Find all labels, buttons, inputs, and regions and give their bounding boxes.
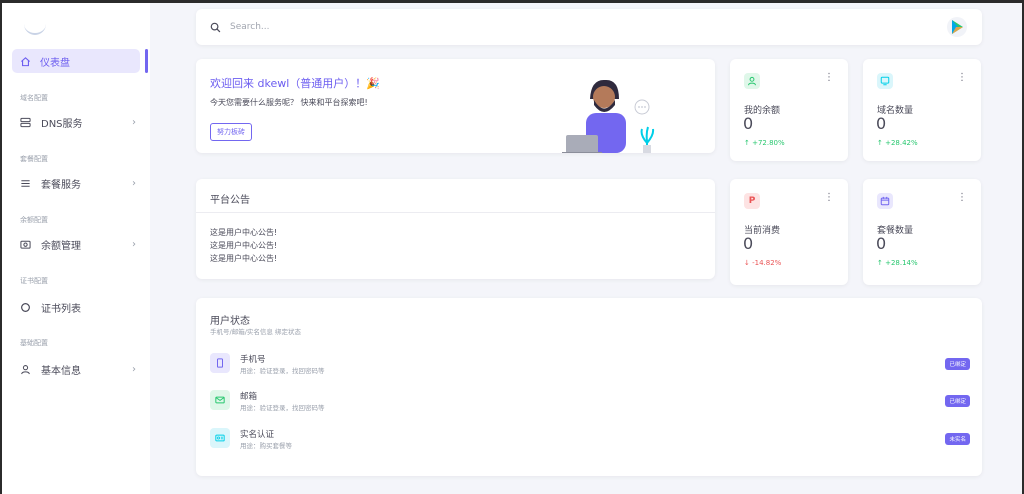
status-badge: 未实名 <box>945 433 970 445</box>
sidebar-item-label: DNS服务 <box>41 118 83 130</box>
search-input[interactable]: Search... <box>230 22 270 32</box>
search-icon <box>210 22 221 33</box>
arrow-up-icon: ↑ <box>877 259 886 267</box>
app-window: 仪表盘 域名配置 DNS服务 › 套餐配置 套餐服务 › 余额配置 余额管理 › <box>2 3 1022 494</box>
announcement-line: 这是用户中心公告! <box>210 241 278 250</box>
arrow-down-icon: ↓ <box>744 259 753 267</box>
server-icon <box>20 117 31 128</box>
sidebar-item-label: 套餐服务 <box>41 179 81 191</box>
stat-value: 0 <box>743 114 754 133</box>
stat-value: 0 <box>743 234 754 253</box>
monitor-icon <box>877 73 893 89</box>
chevron-right-icon: › <box>132 116 136 128</box>
phone-icon <box>210 353 230 373</box>
stat-change: ↑ +72.80% <box>744 139 785 147</box>
sidebar-section-package: 套餐配置 <box>20 155 48 163</box>
status-item-title: 邮箱 <box>240 392 258 402</box>
welcome-button[interactable]: 努力板砖 <box>210 123 252 141</box>
list-icon <box>20 178 31 189</box>
stat-change: ↑ +28.14% <box>877 259 918 267</box>
sidebar-item-dns[interactable]: DNS服务 › <box>20 114 136 130</box>
announcement-card: 平台公告 这是用户中心公告! 这是用户中心公告! 这是用户中心公告! <box>196 179 715 279</box>
stat-change-value: -14.82% <box>752 259 782 267</box>
sidebar-section-cert: 证书配置 <box>20 277 48 285</box>
stat-value: 0 <box>876 114 887 133</box>
calendar-icon <box>877 193 893 209</box>
sidebar-section-basic: 基础配置 <box>20 339 48 347</box>
status-item-desc: 用途：验证登录，找回密码等 <box>240 404 325 412</box>
sidebar-item-basic-info[interactable]: 基本信息 › <box>20 361 136 377</box>
list-item: 邮箱 用途：验证登录，找回密码等 已绑定 <box>210 388 970 414</box>
arrow-up-icon: ↑ <box>877 139 886 147</box>
welcome-subtitle: 今天您需要什么服务呢？ 快来和平台探索吧! <box>210 98 368 107</box>
arrow-up-icon: ↑ <box>744 139 753 147</box>
chevron-right-icon: › <box>132 177 136 189</box>
sidebar-item-balance[interactable]: 余额管理 › <box>20 236 136 252</box>
sidebar-item-package[interactable]: 套餐服务 › <box>20 175 136 191</box>
stat-change: ↑ +28.42% <box>877 139 918 147</box>
stat-card-domains: ⋮ 域名数量 0 ↑ +28.42% <box>863 59 981 161</box>
camera-icon <box>20 239 31 250</box>
stat-value: 0 <box>876 234 887 253</box>
sidebar-item-dashboard[interactable]: 仪表盘 <box>12 49 140 73</box>
user-icon <box>20 364 31 375</box>
search-bar[interactable]: Search... <box>196 9 982 45</box>
more-options-icon[interactable]: ⋮ <box>957 72 967 83</box>
status-item-title: 手机号 <box>240 355 266 365</box>
sidebar: 仪表盘 域名配置 DNS服务 › 套餐配置 套餐服务 › 余额配置 余额管理 › <box>2 3 150 494</box>
welcome-card: 欢迎回来 dkewl（普通用户）！🎉 今天您需要什么服务呢？ 快来和平台探索吧!… <box>196 59 715 153</box>
status-item-desc: 用途：验证登录，找回密码等 <box>240 367 325 375</box>
user-icon <box>744 73 760 89</box>
announcement-title: 平台公告 <box>210 195 250 206</box>
sidebar-item-label: 证书列表 <box>41 303 81 315</box>
circle-icon <box>20 302 31 313</box>
status-item-desc: 用途：购买套餐等 <box>240 442 292 450</box>
mail-icon <box>210 390 230 410</box>
home-icon <box>20 56 31 67</box>
id-card-icon <box>210 428 230 448</box>
sidebar-section-domain: 域名配置 <box>20 94 48 102</box>
list-item: 实名认证 用途：购买套餐等 未实名 <box>210 426 970 452</box>
stat-card-spending: P ⋮ 当前消费 0 ↓ -14.82% <box>730 179 848 285</box>
more-options-icon[interactable]: ⋮ <box>824 72 834 83</box>
chevron-right-icon: › <box>132 238 136 250</box>
status-item-title: 实名认证 <box>240 430 275 440</box>
chevron-right-icon: › <box>132 363 136 375</box>
list-item: 手机号 用途：验证登录，找回密码等 已绑定 <box>210 351 970 377</box>
status-badge: 已绑定 <box>945 395 970 407</box>
avatar[interactable] <box>946 16 968 38</box>
active-indicator <box>145 49 148 73</box>
more-options-icon[interactable]: ⋮ <box>824 192 834 203</box>
more-options-icon[interactable]: ⋮ <box>957 192 967 203</box>
announcement-line: 这是用户中心公告! <box>210 228 278 237</box>
sidebar-section-balance: 余额配置 <box>20 216 48 224</box>
stat-card-balance: ⋮ 我的余额 0 ↑ +72.80% <box>730 59 848 161</box>
sidebar-item-label: 仪表盘 <box>40 57 70 69</box>
stat-change: ↓ -14.82% <box>744 259 781 267</box>
sidebar-item-label: 基本信息 <box>41 365 81 377</box>
stat-card-packages: ⋮ 套餐数量 0 ↑ +28.14% <box>863 179 981 285</box>
welcome-title: 欢迎回来 dkewl（普通用户）！🎉 <box>210 77 380 90</box>
stat-change-value: +28.14% <box>885 259 918 267</box>
status-badge: 已绑定 <box>945 358 970 370</box>
divider <box>196 212 715 213</box>
sidebar-item-cert[interactable]: 证书列表 <box>20 299 136 315</box>
sidebar-item-label: 余额管理 <box>41 240 81 252</box>
developer-illustration <box>562 79 655 153</box>
user-status-title: 用户状态 <box>210 316 250 327</box>
user-status-card: 用户状态 手机号/邮箱/实名信息 绑定状态 手机号 用途：验证登录，找回密码等 … <box>196 298 982 476</box>
paypal-icon: P <box>744 193 760 209</box>
announcement-line: 这是用户中心公告! <box>210 254 278 263</box>
stat-change-value: +72.80% <box>752 139 785 147</box>
user-status-subtitle: 手机号/邮箱/实名信息 绑定状态 <box>210 328 301 336</box>
logo <box>24 21 46 35</box>
stat-change-value: +28.42% <box>885 139 918 147</box>
